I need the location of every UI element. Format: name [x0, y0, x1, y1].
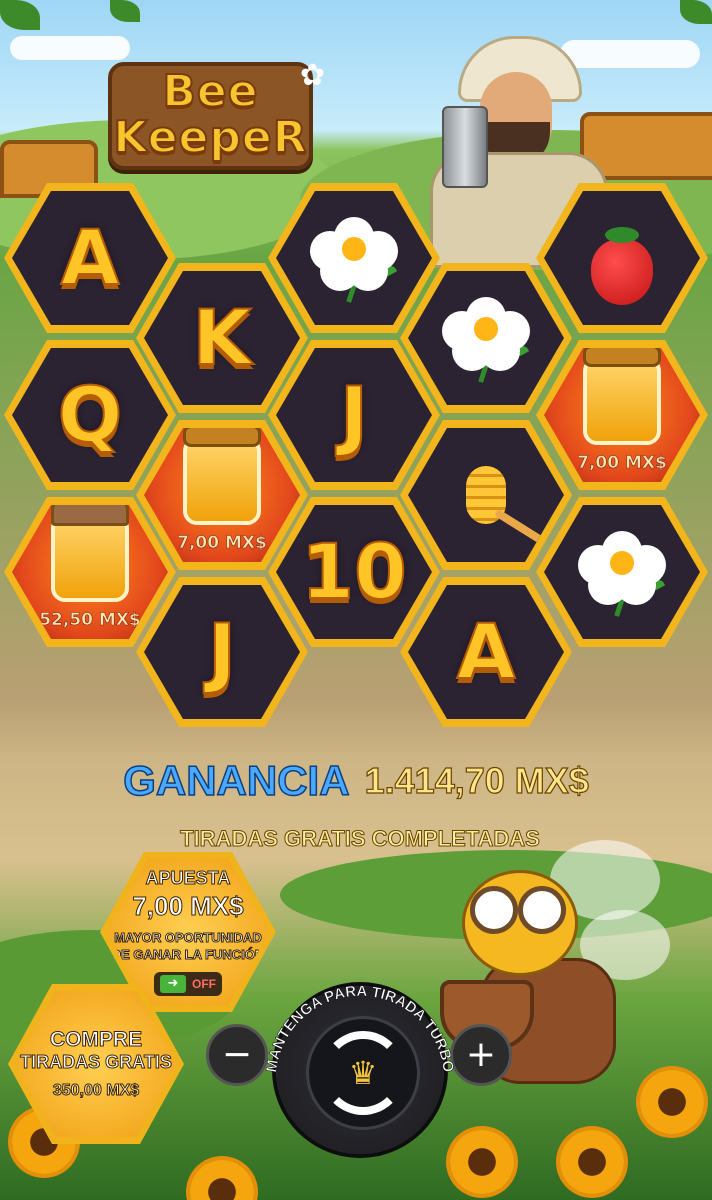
- symbol-j: J: [207, 607, 237, 696]
- symbol-j: J: [339, 370, 369, 459]
- bet-label: APUESTA: [145, 868, 231, 889]
- win-label: GANANCIA: [122, 756, 350, 805]
- feature-chance-text: MAYOR OPORTUNIDAD DE GANAR LA FUNCIÓN: [111, 930, 265, 964]
- honey-jar-icon: [183, 428, 261, 525]
- buy-line1: COMPRE: [49, 1027, 143, 1051]
- honey-jar-icon: [583, 348, 661, 445]
- symbol-a: A: [60, 213, 121, 302]
- feature-text-line2: DE GANAR LA FUNCIÓN: [111, 947, 265, 963]
- bonus-value: 7,00 MX$: [577, 453, 667, 474]
- toggle-state: OFF: [192, 976, 216, 991]
- logo-word-2: KeepeR: [112, 111, 308, 164]
- symbol-q: Q: [57, 370, 124, 459]
- win-display: GANANCIA 1.414,70 MX$: [0, 756, 712, 805]
- logo-word-1: Bee: [161, 65, 259, 118]
- feature-text-line1: MAYOR OPORTUNIDAD: [114, 930, 263, 946]
- daisy-icon: [572, 527, 672, 617]
- win-amount: 1.414,70 MX$: [364, 759, 589, 801]
- flower-icon: ✿: [299, 58, 325, 93]
- symbol-k: K: [192, 293, 253, 382]
- feature-toggle[interactable]: ➜ OFF: [154, 971, 222, 996]
- honey-dipper-icon: [466, 466, 506, 524]
- buy-line2: TIRADAS GRATIS: [20, 1051, 173, 1072]
- daisy-icon: [304, 213, 404, 303]
- strawberry-icon: [591, 227, 653, 305]
- symbol-a: A: [456, 607, 517, 696]
- smoker-icon: [442, 106, 488, 188]
- arrow-right-icon: ➜: [160, 974, 186, 993]
- buy-price: 350,00 MX$: [52, 1082, 140, 1100]
- daisy-icon: [436, 293, 536, 383]
- bet-value[interactable]: 7,00 MX$: [132, 891, 244, 922]
- bonus-value: 7,00 MX$: [177, 533, 267, 554]
- bonus-value: 52,50 MX$: [39, 610, 141, 631]
- bee-character: [440, 840, 670, 1140]
- game-logo: Bee KeepeR ✿: [108, 50, 325, 180]
- gorilla-logo-icon: ♛: [348, 1054, 378, 1092]
- symbol-10: 10: [300, 527, 408, 616]
- honey-pot-icon: [51, 505, 129, 602]
